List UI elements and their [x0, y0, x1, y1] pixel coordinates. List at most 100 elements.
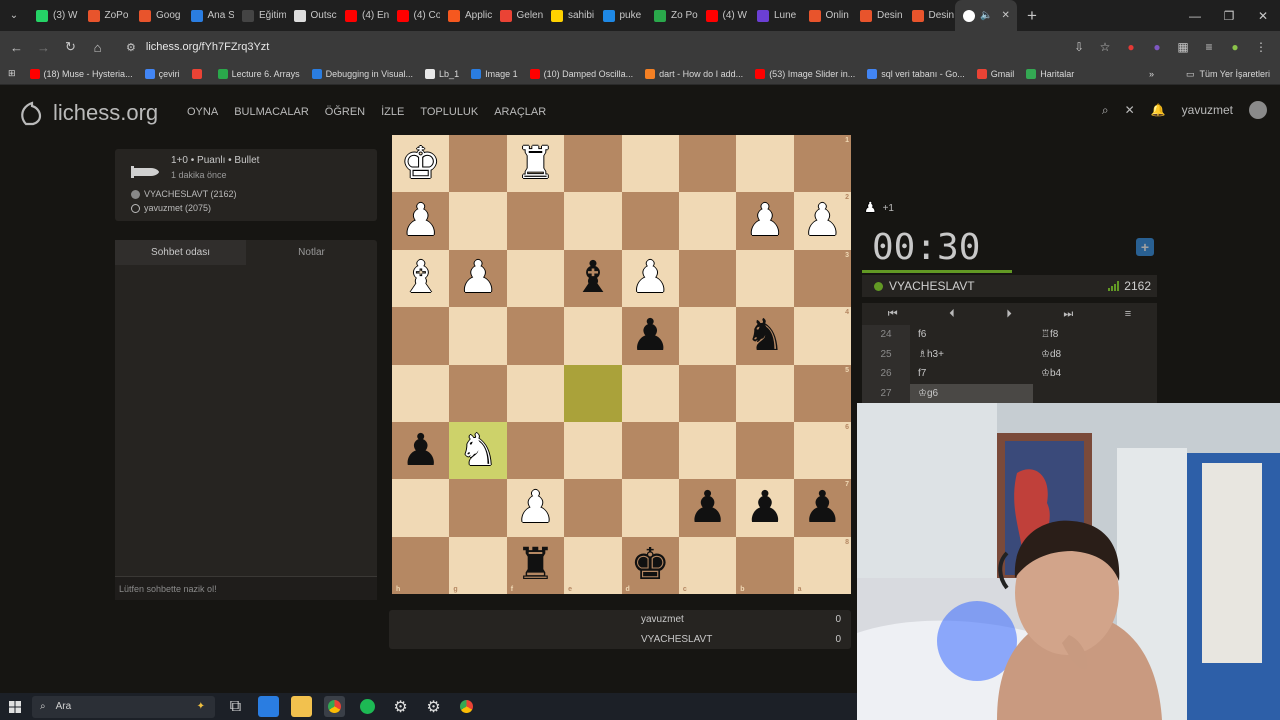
browser-tab[interactable]: (3) W	[28, 0, 80, 31]
browser-tab[interactable]: puke	[595, 0, 647, 31]
white-rook-icon[interactable]: ♜	[516, 141, 555, 186]
board-square[interactable]: 3	[793, 249, 851, 308]
board-square[interactable]: c	[678, 536, 737, 594]
nav-play[interactable]: OYNA	[187, 106, 218, 118]
board-square[interactable]	[392, 364, 450, 422]
board-square[interactable]	[506, 249, 565, 308]
task-view-icon[interactable]: ⧉	[225, 696, 246, 717]
board-square[interactable]	[736, 135, 794, 193]
board-square[interactable]	[449, 135, 507, 193]
bookmark-item[interactable]: dart - How do I add...	[639, 68, 749, 79]
white-pawn-icon[interactable]: ♟	[516, 485, 555, 530]
board-square[interactable]: ♟	[621, 249, 679, 308]
bookmark-item[interactable]: (10) Damped Oscilla...	[524, 68, 640, 79]
browser-tab[interactable]: Desin	[904, 0, 956, 31]
challenge-icon[interactable]: ✕	[1125, 103, 1135, 117]
board-square[interactable]: 5	[793, 364, 851, 422]
extension-icon[interactable]: ●	[1146, 36, 1168, 58]
more-bookmarks-icon[interactable]: »	[1143, 69, 1160, 79]
board-square[interactable]: ♝	[392, 249, 450, 308]
board-square[interactable]: 8a	[793, 536, 851, 594]
board-square[interactable]	[564, 364, 622, 422]
username[interactable]: yavuzmet	[1182, 103, 1233, 117]
app-icon[interactable]: ⚙	[390, 696, 411, 717]
bookmark-item[interactable]: Debugging in Visual...	[306, 68, 419, 79]
board-square[interactable]: d ♚	[621, 536, 679, 594]
board-square[interactable]: ♟	[736, 479, 794, 537]
board-square[interactable]	[449, 307, 507, 365]
black-pawn-icon[interactable]: ♟	[803, 485, 842, 530]
board-square[interactable]	[678, 192, 737, 250]
first-move-icon[interactable]: ⏮	[888, 308, 898, 321]
browser-tab[interactable]: Desin	[852, 0, 904, 31]
url-input[interactable]: ⚙ lichess.org/fYh7FZrq3Yzt	[116, 36, 1116, 58]
board-square[interactable]: ♟	[449, 249, 507, 308]
menu-icon[interactable]: ≡	[1125, 308, 1131, 320]
browser-tab[interactable]: Lune	[749, 0, 801, 31]
board-square[interactable]	[564, 307, 622, 365]
white-move[interactable]: ♗h3+	[910, 345, 1033, 365]
white-pawn-icon[interactable]: ♟	[745, 199, 784, 243]
board-square[interactable]: ♟	[621, 307, 679, 365]
opponent-name[interactable]: VYACHESLAVT	[889, 279, 975, 293]
nav-community[interactable]: TOPLULUK	[420, 106, 478, 118]
black-knight-icon[interactable]: ♞	[745, 313, 784, 358]
white-king-icon[interactable]: ♚	[401, 141, 440, 186]
board-square[interactable]	[392, 307, 450, 365]
chat-input[interactable]: Lütfen sohbette nazik ol!	[115, 576, 377, 600]
bookmark-item[interactable]: (53) Image Slider in...	[749, 68, 861, 79]
add-time-button[interactable]: +	[1136, 238, 1154, 256]
browser-tab[interactable]: Gelen	[492, 0, 543, 31]
tab-active[interactable]: 🔈 ✕	[955, 0, 1017, 31]
board-square[interactable]	[736, 249, 794, 308]
browser-tab[interactable]: Eğitim	[234, 0, 286, 31]
player-white-entry[interactable]: yavuzmet (2075)	[131, 203, 211, 213]
board-square[interactable]: ♞	[449, 421, 507, 480]
black-move[interactable]: ♔d8	[1033, 345, 1156, 365]
extension-icon[interactable]: ●	[1120, 36, 1142, 58]
black-pawn-icon[interactable]: ♟	[630, 313, 669, 358]
next-move-icon[interactable]: ⏵	[1006, 308, 1012, 321]
board-square[interactable]: ♟	[506, 479, 565, 537]
white-move[interactable]: ♔g6	[910, 383, 1033, 403]
black-move[interactable]: ♔b4	[1033, 364, 1156, 384]
board-square[interactable]	[621, 479, 679, 537]
site-logo[interactable]: lichess.org	[17, 99, 158, 127]
board-square[interactable]: 4	[793, 307, 851, 365]
bookmark-item[interactable]: Lecture 6. Arrays	[212, 68, 306, 79]
browser-tab[interactable]: Outsc	[286, 0, 338, 31]
black-bishop-icon[interactable]: ♝	[573, 256, 612, 300]
board-square[interactable]	[506, 192, 565, 250]
board-square[interactable]	[678, 307, 737, 365]
white-move[interactable]: f7	[910, 364, 1033, 384]
white-pawn-icon[interactable]: ♟	[458, 256, 497, 300]
browser-tab[interactable]: Ana S	[183, 0, 234, 31]
board-square[interactable]	[449, 364, 507, 422]
chess-board[interactable]: ♚ ♜ 1 ♟ ♟ 2 ♟ ♝ ♟ ♝ ♟ 3 ♟ ♞ 4 5 ♟ ♞ 6 ♟ ♟ ♟ 7 ♟ h g f ♜ e d ♚ c b 8 a	[392, 135, 851, 594]
browser-tab[interactable]: (4) Co	[389, 0, 440, 31]
board-square[interactable]	[621, 192, 679, 250]
browser-tab[interactable]: ZoPo	[80, 0, 132, 31]
forward-icon[interactable]: →	[30, 31, 57, 63]
bookmark-item[interactable]: Haritalar	[1020, 68, 1080, 79]
nav-watch[interactable]: İZLE	[381, 106, 404, 118]
home-icon[interactable]: ⌂	[84, 31, 111, 63]
app-icon[interactable]: ⚙	[423, 696, 444, 717]
maximize-icon[interactable]: ❐	[1212, 0, 1246, 31]
bookmark-star-icon[interactable]: ☆	[1094, 36, 1116, 58]
board-square[interactable]	[678, 364, 737, 422]
bookmark-item[interactable]: Gmail	[971, 68, 1021, 79]
bookmark-item[interactable]: sql veri tabanı - Go...	[861, 68, 971, 79]
board-square[interactable]	[449, 479, 507, 537]
board-square[interactable]: 6	[793, 421, 851, 480]
minimize-icon[interactable]: —	[1178, 0, 1212, 31]
nav-puzzles[interactable]: BULMACALAR	[234, 106, 309, 118]
board-square[interactable]	[678, 421, 737, 480]
menu-icon[interactable]: ⋮	[1250, 36, 1272, 58]
board-square[interactable]	[678, 135, 737, 193]
player-black-entry[interactable]: VYACHESLAVT (2162)	[131, 189, 237, 199]
browser-tab[interactable]: sahibi	[543, 0, 595, 31]
browser-tab[interactable]: Onlin	[801, 0, 853, 31]
board-square[interactable]: ♟	[392, 192, 450, 250]
search-icon[interactable]: ⌕	[1102, 103, 1109, 118]
